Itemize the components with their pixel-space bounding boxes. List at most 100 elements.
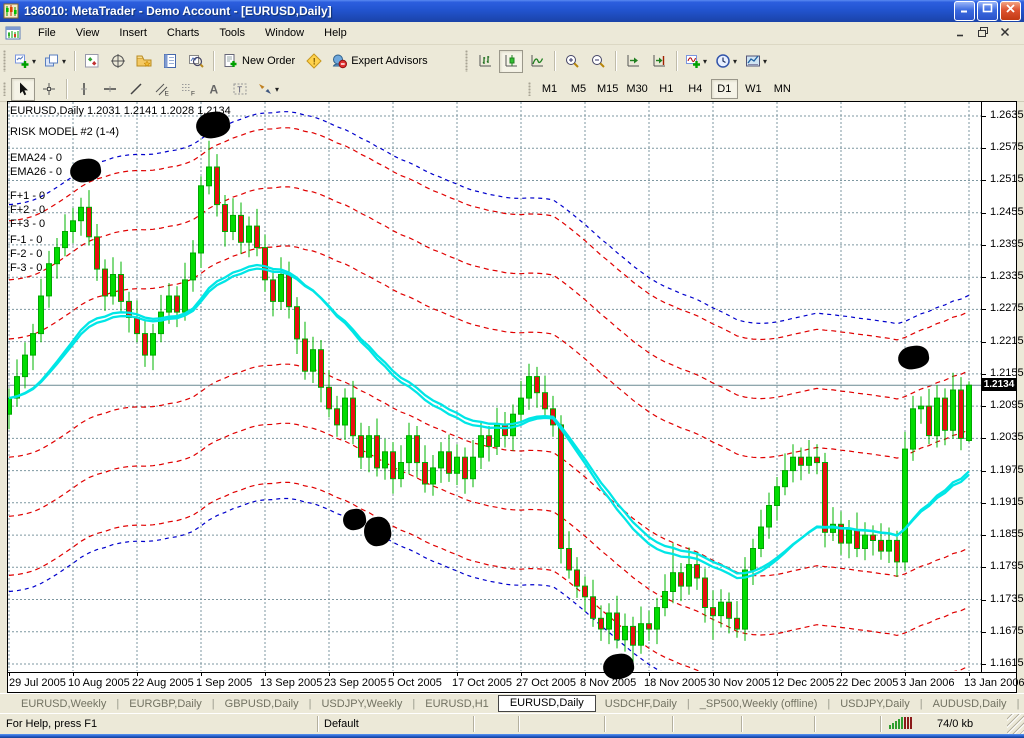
strategy-tester-button[interactable] [184, 50, 208, 73]
date-label: 12 Dec 2005 [772, 677, 834, 689]
date-tick [649, 673, 650, 676]
text-label-button[interactable]: T [228, 78, 252, 101]
timeframe-m15[interactable]: M15 [594, 79, 621, 99]
mdi-close-button[interactable] [995, 25, 1015, 42]
data-window-button[interactable] [106, 50, 130, 73]
new-order-button[interactable]: New Order [219, 50, 300, 73]
date-label: 30 Nov 2005 [708, 677, 770, 689]
indicators-button[interactable]: ▾ [682, 50, 710, 73]
status-empty-cell [519, 716, 605, 732]
equidistant-channel-button[interactable]: E [150, 78, 174, 101]
timeframe-h1[interactable]: H1 [653, 79, 680, 99]
expert-advisors-button[interactable]: Expert Advisors [328, 50, 432, 73]
chart-shift-button[interactable] [647, 50, 671, 73]
price-chart[interactable] [8, 102, 981, 671]
chart-shift-icon [651, 53, 667, 69]
tab-separator: | [687, 698, 690, 710]
terminal-button[interactable] [158, 50, 182, 73]
horizontal-line-button[interactable] [98, 78, 122, 101]
date-tick [777, 673, 778, 676]
maximize-button[interactable] [977, 1, 998, 21]
tab-usdchf-daily[interactable]: USDCHF,Daily [596, 696, 686, 712]
tab-eurusd-h1[interactable]: EURUSD,H1 [416, 696, 498, 712]
menu-help[interactable]: Help [314, 24, 357, 42]
tab-gbpusd-daily[interactable]: GBPUSD,Daily [216, 696, 308, 712]
tab-usd[interactable]: USD [1020, 696, 1024, 712]
timeframe-m30[interactable]: M30 [623, 79, 650, 99]
tab-usdjpy-weekly[interactable]: USDJPY,Weekly [312, 696, 411, 712]
date-tick [393, 673, 394, 676]
profiles-button[interactable]: ▾ [41, 50, 69, 73]
tab-eurusd-weekly[interactable]: EURUSD,Weekly [12, 696, 115, 712]
chart-grid [8, 102, 981, 671]
tab--sp500-weekly-offline-[interactable]: _SP500,Weekly (offline) [691, 696, 827, 712]
fibonacci-button[interactable]: F [176, 78, 200, 101]
window-title: 136010: MetaTrader - Demo Account - [EUR… [24, 4, 952, 18]
minimize-button[interactable] [954, 1, 975, 21]
zoom-in-button[interactable] [560, 50, 584, 73]
window-controls [952, 1, 1021, 21]
navigator-button[interactable] [132, 50, 156, 73]
timeframe-w1[interactable]: W1 [740, 79, 767, 99]
date-label: 8 Nov 2005 [580, 677, 636, 689]
menu-file[interactable]: File [28, 24, 66, 42]
tab-eurgbp-daily[interactable]: EURGBP,Daily [120, 696, 211, 712]
mdi-minimize-button[interactable] [951, 25, 971, 42]
status-bar: For Help, press F1 Default 74/0 kb [0, 713, 1024, 734]
dropdown-arrow-icon: ▾ [32, 57, 36, 66]
mdi-restore-button[interactable] [973, 25, 993, 42]
cursor-button[interactable] [11, 78, 35, 101]
zoom-in-icon [564, 53, 580, 69]
chart-window[interactable]: EURUSD,Daily 1.2031 1.2141 1.2028 1.2134… [7, 101, 1017, 693]
alert-button[interactable]: ! [302, 50, 326, 73]
price-label: 1.2515 [982, 173, 1016, 185]
menu-charts[interactable]: Charts [157, 24, 209, 42]
dropdown-arrow-icon: ▾ [703, 57, 707, 66]
charts-toolbar: ▾▾▾ [462, 45, 771, 77]
toolbar-separator [554, 51, 555, 71]
periods-button[interactable]: ▾ [712, 50, 740, 73]
timeframe-mn[interactable]: MN [769, 79, 796, 99]
crosshair-button[interactable] [37, 78, 61, 101]
auto-scroll-button[interactable] [621, 50, 645, 73]
date-label: 22 Dec 2005 [836, 677, 898, 689]
timeframe-m1[interactable]: M1 [536, 79, 563, 99]
tab-eurusd-daily[interactable]: EURUSD,Daily [498, 695, 596, 712]
date-tick [201, 673, 202, 676]
bar-chart-button[interactable] [473, 50, 497, 73]
trend-line-button[interactable] [124, 78, 148, 101]
text-button[interactable]: A [202, 78, 226, 101]
candlestick-chart-button[interactable] [499, 50, 523, 73]
arrow-tools-button[interactable]: ▾ [254, 78, 282, 101]
market-watch-button[interactable] [80, 50, 104, 73]
tab-audusd-daily[interactable]: AUDUSD,Daily [924, 696, 1016, 712]
status-profile: Default [318, 716, 474, 732]
timeframe-h4[interactable]: H4 [682, 79, 709, 99]
timeframe-m5[interactable]: M5 [565, 79, 592, 99]
line-chart-button[interactable] [525, 50, 549, 73]
menu-window[interactable]: Window [255, 24, 314, 42]
price-label: 1.2215 [982, 335, 1016, 347]
window-bottom-border [0, 734, 1024, 738]
indicator-label: RISK MODEL #2 (1-4) [10, 126, 119, 138]
trend-line-icon [128, 81, 144, 97]
timeframe-d1[interactable]: D1 [711, 79, 738, 99]
fibonacci-icon: F [180, 81, 196, 97]
tab-separator: | [212, 698, 215, 710]
menu-insert[interactable]: Insert [109, 24, 157, 42]
date-label: 23 Sep 2005 [324, 677, 386, 689]
resize-grip[interactable] [1007, 714, 1024, 734]
indicators-icon [685, 53, 701, 69]
close-button[interactable] [1000, 1, 1021, 21]
status-empty-cell [474, 716, 519, 732]
navigator-icon [136, 53, 152, 69]
new-chart-button[interactable]: ▾ [11, 50, 39, 73]
vertical-line-button[interactable] [72, 78, 96, 101]
menu-view[interactable]: View [66, 24, 110, 42]
templates-button[interactable]: ▾ [742, 50, 770, 73]
menu-tools[interactable]: Tools [209, 24, 255, 42]
price-label: 1.1855 [982, 528, 1016, 540]
zoom-out-button[interactable] [586, 50, 610, 73]
tab-usdjpy-daily[interactable]: USDJPY,Daily [831, 696, 919, 712]
svg-text:A: A [210, 83, 219, 97]
